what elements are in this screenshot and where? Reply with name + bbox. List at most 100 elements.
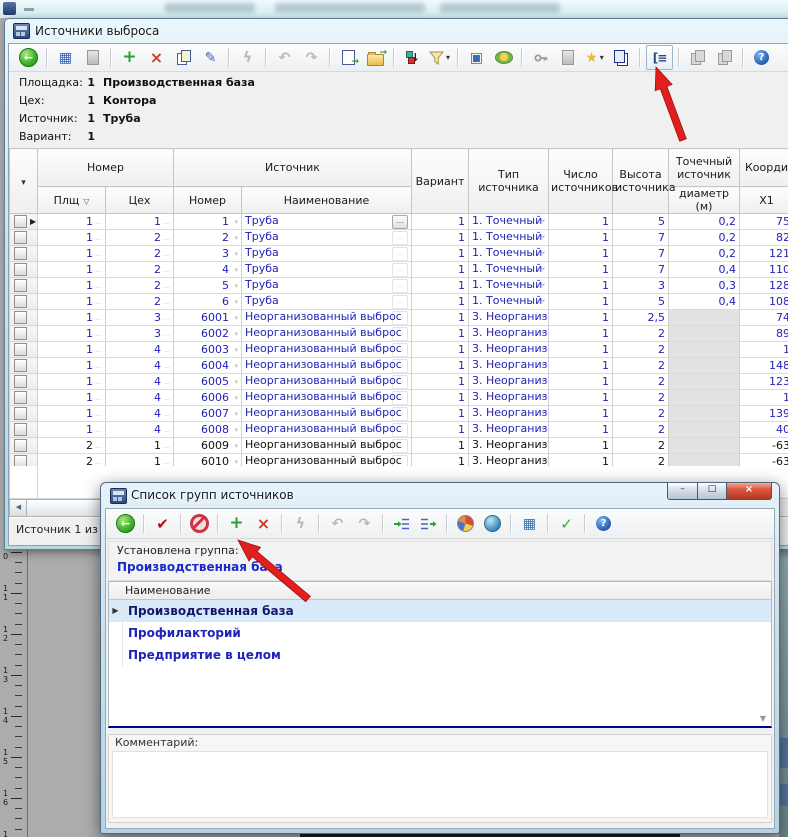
- dropdown-button[interactable]: ▾: [541, 326, 545, 341]
- ellipsis-button[interactable]: …: [161, 314, 170, 322]
- cell-variant[interactable]: 1: [412, 278, 469, 294]
- cell-height[interactable]: 2: [613, 406, 669, 422]
- set-group-button[interactable]: ✔: [150, 512, 175, 535]
- group-list-item[interactable]: Предприятие в целом: [109, 644, 771, 666]
- cell-x1[interactable]: 1: [740, 342, 788, 358]
- cell-type[interactable]: ▾1. Точечный: [469, 246, 549, 262]
- cell-type[interactable]: ▾3. Неорганизов: [469, 326, 549, 342]
- cell-count[interactable]: 1: [549, 342, 613, 358]
- cell-name[interactable]: …Неорганизованный выброс: [242, 326, 412, 342]
- row-checkbox[interactable]: [14, 279, 27, 292]
- ellipsis-button[interactable]: …: [161, 250, 170, 258]
- cell-count[interactable]: 1: [549, 230, 613, 246]
- cell-plsh[interactable]: 1…: [38, 342, 106, 358]
- row-checkbox[interactable]: [14, 423, 27, 436]
- cell-variant[interactable]: 1: [412, 246, 469, 262]
- add-button[interactable]: +: [117, 46, 142, 69]
- ellipsis-button[interactable]: …: [161, 330, 170, 338]
- header-plsh[interactable]: Плщ▽: [38, 187, 106, 214]
- cell-plsh[interactable]: 1…: [38, 390, 106, 406]
- map-button[interactable]: [491, 46, 516, 69]
- cell-ceh[interactable]: 2…: [106, 278, 174, 294]
- cell-x1[interactable]: 108: [740, 294, 788, 310]
- cell-variant[interactable]: 1: [412, 438, 469, 454]
- cell-count[interactable]: 1: [549, 310, 613, 326]
- table-row[interactable]: 1…2…6▾…Труба1▾1. Точечный150,4108: [10, 294, 788, 310]
- cell-plsh[interactable]: 1…: [38, 278, 106, 294]
- groups-list-button[interactable]: [≡: [646, 45, 673, 70]
- table-row[interactable]: 1…3…6001▾…Неорганизованный выброс1▾3. Не…: [10, 310, 788, 326]
- name-ellipsis-button[interactable]: …: [392, 279, 408, 293]
- row-indicator-cell[interactable]: [10, 230, 38, 246]
- cell-diameter[interactable]: [669, 406, 740, 422]
- cell-type[interactable]: ▾3. Неорганизов: [469, 422, 549, 438]
- dropdown-button[interactable]: ▾: [229, 426, 238, 434]
- header-count[interactable]: Число источников: [549, 149, 613, 214]
- help-button[interactable]: ?: [749, 46, 774, 69]
- cell-nomer[interactable]: 6005▾: [174, 374, 242, 390]
- sort-button[interactable]: ↓: [400, 46, 425, 69]
- ellipsis-button[interactable]: …: [161, 458, 170, 466]
- group-list-item[interactable]: ▶Производственная база: [109, 600, 771, 622]
- cell-plsh[interactable]: 1…: [38, 262, 106, 278]
- cell-diameter[interactable]: 0,4: [669, 294, 740, 310]
- cell-diameter[interactable]: [669, 326, 740, 342]
- row-checkbox[interactable]: [14, 263, 27, 276]
- cell-height[interactable]: 2: [613, 438, 669, 454]
- name-ellipsis-button[interactable]: …: [392, 359, 408, 373]
- cell-ceh[interactable]: 4…: [106, 390, 174, 406]
- minimize-button[interactable]: –: [667, 483, 698, 500]
- cell-diameter[interactable]: 0,2: [669, 214, 740, 230]
- dialog-back-button[interactable]: ←: [113, 512, 138, 535]
- cell-name[interactable]: …Труба: [242, 246, 412, 262]
- cell-variant[interactable]: 1: [412, 374, 469, 390]
- cell-count[interactable]: 1: [549, 438, 613, 454]
- cell-count[interactable]: 1: [549, 262, 613, 278]
- cell-nomer[interactable]: 6▾: [174, 294, 242, 310]
- edit-button[interactable]: ✎: [198, 46, 223, 69]
- row-indicator-cell[interactable]: [10, 358, 38, 374]
- cell-height[interactable]: 5: [613, 214, 669, 230]
- cell-plsh[interactable]: 1…: [38, 358, 106, 374]
- cell-ceh[interactable]: 4…: [106, 358, 174, 374]
- undo-button[interactable]: ↶: [272, 46, 297, 69]
- cell-x1[interactable]: 121: [740, 246, 788, 262]
- cell-diameter[interactable]: [669, 422, 740, 438]
- ellipsis-button[interactable]: …: [93, 218, 102, 226]
- dropdown-button[interactable]: ▾: [541, 310, 545, 325]
- table-row[interactable]: 1…2…2▾…Труба1▾1. Точечный170,282: [10, 230, 788, 246]
- table-row[interactable]: 1…4…6005▾…Неорганизованный выброс1▾3. Не…: [10, 374, 788, 390]
- ellipsis-button[interactable]: …: [93, 346, 102, 354]
- cell-x1[interactable]: 148: [740, 358, 788, 374]
- header-variant[interactable]: Вариант: [412, 149, 469, 214]
- cell-nomer[interactable]: 6008▾: [174, 422, 242, 438]
- filter-button[interactable]: ▾: [427, 46, 452, 69]
- cell-type[interactable]: ▾3. Неорганизов: [469, 310, 549, 326]
- name-ellipsis-button[interactable]: …: [392, 327, 408, 341]
- name-ellipsis-button[interactable]: …: [392, 263, 408, 277]
- dropdown-button[interactable]: ▾: [229, 410, 238, 418]
- cell-type[interactable]: ▾1. Точечный: [469, 214, 549, 230]
- cell-type[interactable]: ▾1. Точечный: [469, 278, 549, 294]
- confirm-button[interactable]: ✓: [554, 512, 579, 535]
- cell-count[interactable]: 1: [549, 406, 613, 422]
- ellipsis-button[interactable]: …: [93, 410, 102, 418]
- name-ellipsis-button[interactable]: …: [392, 343, 408, 357]
- dropdown-button[interactable]: ▾: [229, 394, 238, 402]
- row-checkbox[interactable]: [14, 343, 27, 356]
- cell-diameter[interactable]: [669, 310, 740, 326]
- access-button[interactable]: [528, 46, 553, 69]
- cell-type[interactable]: ▾3. Неорганизов: [469, 406, 549, 422]
- close-button[interactable]: ×: [726, 483, 772, 500]
- cell-x1[interactable]: 128: [740, 278, 788, 294]
- table-row[interactable]: 1…4…6003▾…Неорганизованный выброс1▾3. Не…: [10, 342, 788, 358]
- cell-ceh[interactable]: 2…: [106, 246, 174, 262]
- cell-variant[interactable]: 1: [412, 422, 469, 438]
- cell-plsh[interactable]: 1…: [38, 422, 106, 438]
- ellipsis-button[interactable]: …: [93, 426, 102, 434]
- import-button[interactable]: →: [336, 46, 361, 69]
- ellipsis-button[interactable]: …: [161, 282, 170, 290]
- cell-ceh[interactable]: 1…: [106, 214, 174, 230]
- name-ellipsis-button[interactable]: …: [392, 439, 408, 453]
- cell-variant[interactable]: 1: [412, 358, 469, 374]
